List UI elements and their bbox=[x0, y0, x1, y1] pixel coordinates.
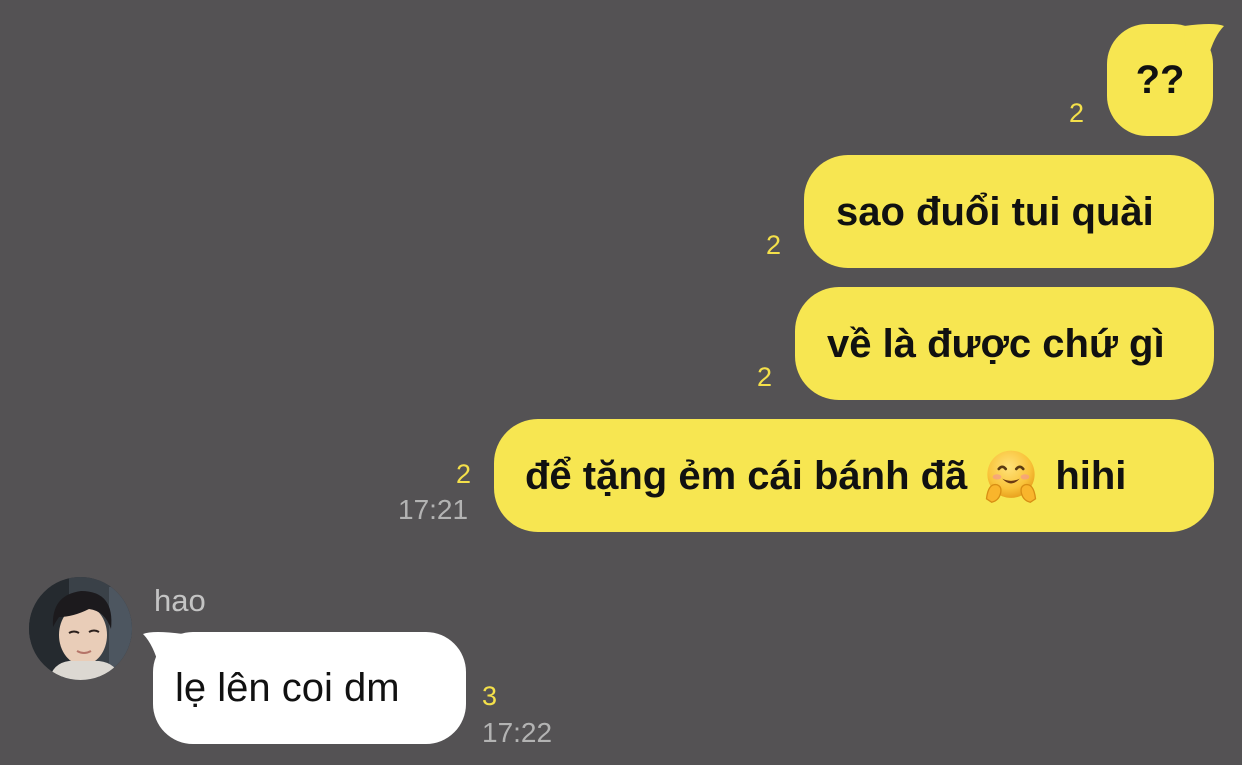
unread-count: 2 bbox=[766, 230, 782, 260]
chat-area: ?? 2 sao đuổi tui quài 2 về là được chứ … bbox=[0, 0, 1242, 765]
sender-name: hao bbox=[154, 583, 206, 618]
avatar[interactable] bbox=[29, 577, 132, 680]
message-text: lẹ lên coi dm bbox=[175, 666, 400, 710]
outgoing-message-bubble[interactable]: để tặng ẻm cái bánh đã hihi bbox=[494, 419, 1214, 532]
message-text: về là được chứ gì bbox=[827, 321, 1165, 366]
avatar-photo bbox=[29, 577, 132, 680]
unread-count: 3 bbox=[482, 681, 498, 711]
unread-count: 2 bbox=[757, 362, 773, 392]
message-text: sao đuổi tui quài bbox=[836, 189, 1154, 234]
message-timestamp: 17:21 bbox=[398, 494, 469, 525]
unread-count: 2 bbox=[1069, 98, 1085, 128]
bubble-tail bbox=[143, 632, 183, 666]
incoming-message-bubble[interactable]: lẹ lên coi dm bbox=[153, 632, 466, 744]
hugging-face-icon bbox=[986, 450, 1037, 503]
outgoing-message-bubble[interactable]: về là được chứ gì bbox=[795, 287, 1214, 400]
outgoing-message-bubble[interactable]: sao đuổi tui quài bbox=[804, 155, 1214, 268]
message-text-before-emoji: để tặng ẻm cái bánh đã bbox=[525, 453, 968, 498]
message-text: ?? bbox=[1135, 58, 1185, 102]
unread-count: 2 bbox=[456, 459, 472, 489]
message-timestamp: 17:22 bbox=[482, 717, 553, 748]
bubble-tail bbox=[1184, 24, 1224, 58]
message-text-after-emoji: hihi bbox=[1055, 453, 1127, 498]
